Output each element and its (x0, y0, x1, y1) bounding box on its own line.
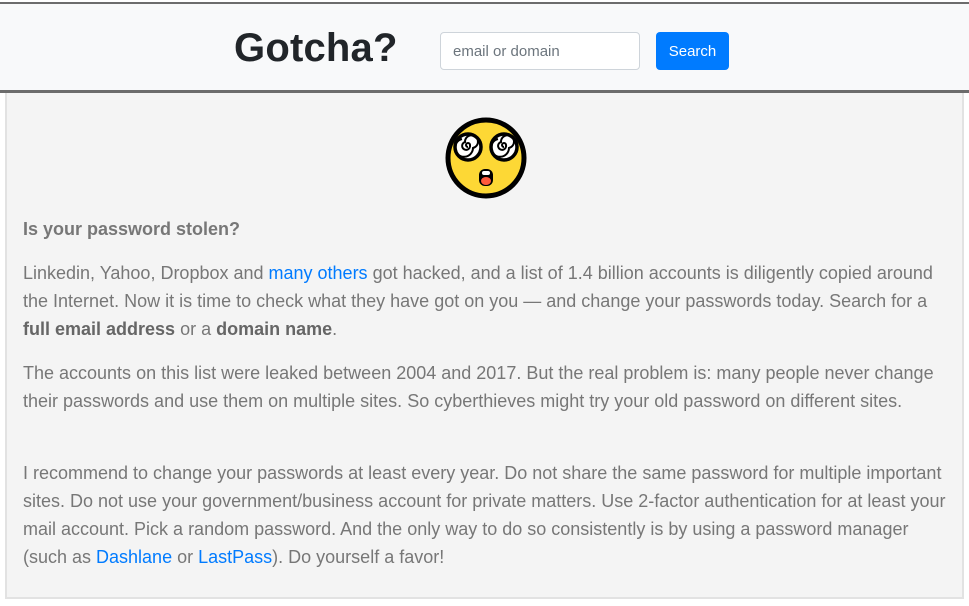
intro-text-1: Linkedin, Yahoo, Dropbox and (23, 263, 269, 283)
intro-paragraph: Linkedin, Yahoo, Dropbox and many others… (23, 259, 953, 343)
search-input[interactable] (440, 32, 640, 70)
domain-name-emphasis: domain name (216, 319, 333, 339)
dashlane-link[interactable]: Dashlane (96, 547, 172, 567)
many-others-link[interactable]: many others (269, 263, 368, 283)
recommend-text-2: or (172, 547, 199, 567)
site-logo-title[interactable]: Gotcha? (234, 25, 398, 71)
recommendation-paragraph: I recommend to change your passwords at … (23, 459, 953, 571)
main-content: Is your password stolen? Linkedin, Yahoo… (5, 93, 964, 599)
leak-info-paragraph: The accounts on this list were leaked be… (23, 363, 934, 411)
lastpass-link[interactable]: LastPass (198, 547, 272, 567)
dizzy-face-icon (445, 117, 527, 199)
intro-text-3: or a (175, 319, 217, 339)
intro-text-4: . (332, 319, 338, 339)
full-email-emphasis: full email address (23, 319, 176, 339)
search-button[interactable]: Search (656, 32, 729, 70)
top-navbar: Gotcha? Search (0, 2, 969, 93)
recommend-text-3: ). Do yourself a favor! (272, 547, 445, 567)
page-heading: Is your password stolen? (23, 219, 241, 239)
